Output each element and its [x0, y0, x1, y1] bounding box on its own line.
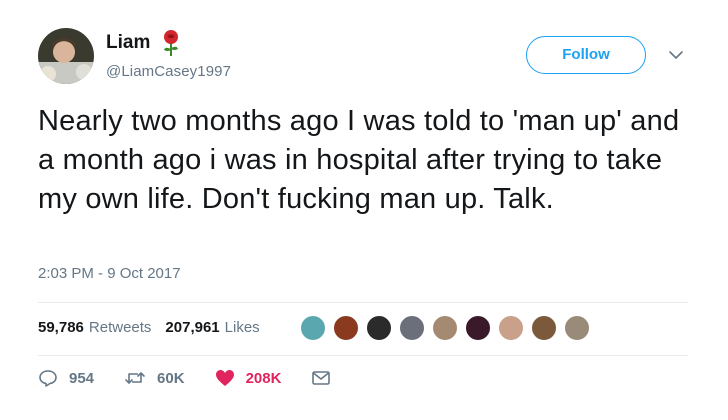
- display-name[interactable]: Liam: [106, 32, 150, 54]
- like-button[interactable]: 208K: [215, 369, 282, 387]
- direct-message-button[interactable]: [311, 370, 342, 386]
- chevron-down-icon[interactable]: [668, 48, 684, 60]
- avatar[interactable]: [38, 28, 94, 84]
- likes-label[interactable]: Likes: [225, 319, 260, 336]
- author-names: Liam @LiamCasey1997: [106, 30, 231, 80]
- liker-avatar[interactable]: [365, 314, 393, 342]
- liker-avatar[interactable]: [497, 314, 525, 342]
- divider: [38, 355, 688, 356]
- engagement-stats: 59,786 Retweets 207,961 Likes: [38, 319, 274, 336]
- handle[interactable]: @LiamCasey1997: [106, 63, 231, 80]
- liker-avatar[interactable]: [431, 314, 459, 342]
- tweet-text: Nearly two months ago I was told to 'man…: [38, 105, 680, 215]
- liker-avatar[interactable]: [464, 314, 492, 342]
- like-count: 208K: [245, 369, 282, 387]
- reply-button[interactable]: 954: [38, 368, 94, 388]
- liker-avatar[interactable]: [563, 314, 591, 342]
- retweets-count[interactable]: 59,786: [38, 319, 84, 336]
- reply-count: 954: [69, 369, 95, 387]
- rose-icon: [160, 30, 182, 56]
- follow-button[interactable]: Follow: [526, 36, 646, 74]
- liker-avatars: [299, 314, 596, 342]
- timestamp[interactable]: 2:03 PM - 9 Oct 2017: [38, 265, 181, 282]
- liker-avatar[interactable]: [398, 314, 426, 342]
- retweets-label[interactable]: Retweets: [89, 319, 152, 336]
- heart-icon: [215, 370, 234, 386]
- divider: [38, 302, 688, 303]
- tweet-actions: 954 60K 208K: [38, 368, 372, 388]
- envelope-icon: [312, 371, 331, 385]
- liker-avatar[interactable]: [332, 314, 360, 342]
- retweet-button[interactable]: 60K: [124, 368, 185, 388]
- reply-icon: [39, 370, 57, 387]
- retweet-count: 60K: [157, 369, 185, 387]
- liker-avatar[interactable]: [530, 314, 558, 342]
- retweet-icon: [125, 372, 145, 384]
- liker-avatar[interactable]: [299, 314, 327, 342]
- likes-count[interactable]: 207,961: [165, 319, 219, 336]
- tweet-header: Liam @LiamCasey1997 Follow: [38, 28, 692, 84]
